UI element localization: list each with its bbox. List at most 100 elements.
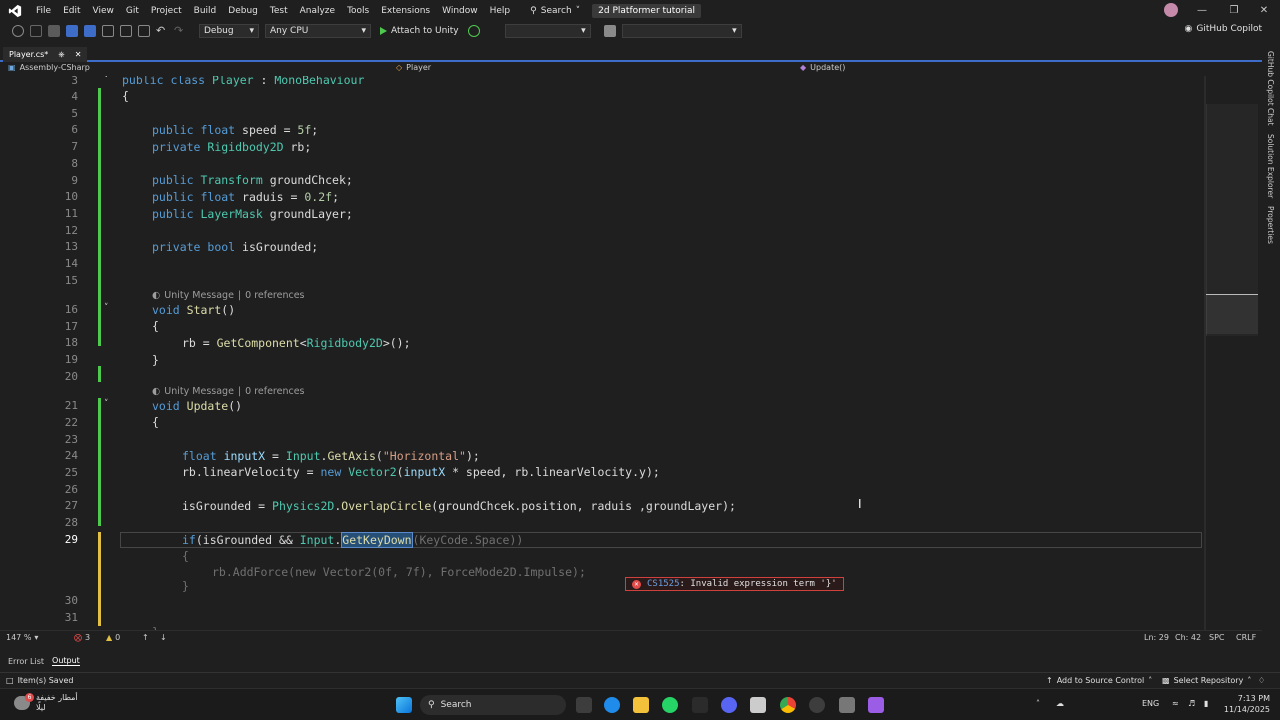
code-line-current[interactable]: if(isGrounded && Input.GetKeyDown(KeyCod… (182, 532, 523, 548)
new-project-icon[interactable] (30, 25, 42, 37)
chrome-icon[interactable] (780, 697, 796, 713)
wifi-icon[interactable]: ≈ (1172, 699, 1179, 708)
language-indicator[interactable]: ENG (1142, 699, 1159, 708)
back-icon[interactable] (12, 25, 24, 37)
member-dropdown[interactable]: ◆ Update() (800, 63, 845, 72)
column-indicator[interactable]: Ch: 42 (1175, 633, 1201, 642)
cut-icon[interactable] (102, 25, 114, 37)
menu-test[interactable]: Test (264, 6, 294, 16)
error-code[interactable]: CS1525 (647, 579, 680, 589)
save-all-icon[interactable] (84, 25, 96, 37)
codelens-unity-message[interactable]: Unity Message (164, 290, 234, 301)
code-line[interactable]: { (152, 318, 159, 334)
minimize-button[interactable]: — (1186, 0, 1218, 21)
codelens[interactable]: ◐ Unity Message | 0 references (152, 386, 305, 397)
add-to-source-control-button[interactable]: ↑ Add to Source Control ˄ (1046, 676, 1152, 685)
taskbar-search[interactable]: ⚲ Search (420, 695, 566, 715)
code-line[interactable]: float inputX = Input.GetAxis("Horizontal… (182, 448, 480, 464)
tab-solution-explorer[interactable]: Solution Explorer (1266, 134, 1275, 198)
redo-icon[interactable]: ↷ (174, 25, 186, 37)
codelens-references[interactable]: 0 references (245, 386, 304, 397)
code-line[interactable]: { (152, 414, 159, 430)
code-line[interactable]: private Rigidbody2D rb; (152, 139, 311, 155)
tab-github-copilot-chat[interactable]: GitHub Copilot Chat (1266, 51, 1275, 126)
target-select[interactable]: ▾ (621, 24, 742, 38)
code-line[interactable]: rb = GetComponent<Rigidbody2D>(); (182, 335, 411, 351)
tab-player-cs[interactable]: Player.cs* ⎈ ✕ (3, 47, 88, 62)
startup-item-select[interactable]: ▾ (504, 24, 591, 38)
unity-icon[interactable] (750, 697, 766, 713)
menu-help[interactable]: Help (484, 6, 517, 16)
collapse-icon[interactable]: ˅ (104, 303, 109, 313)
code-line[interactable]: { (122, 88, 129, 104)
code-line[interactable]: public float raduis = 0.2f; (152, 189, 339, 205)
menu-view[interactable]: View (87, 6, 120, 16)
code-line[interactable]: private bool isGrounded; (152, 239, 318, 255)
line-ending-indicator[interactable]: CRLF (1236, 633, 1256, 642)
zoom-select[interactable]: 147 % ▾ (6, 633, 38, 642)
maximize-button[interactable]: ❐ (1218, 0, 1250, 21)
attach-to-unity-button[interactable]: Attach to Unity (380, 26, 459, 36)
codelens-references[interactable]: 0 references (245, 290, 304, 301)
edge-icon[interactable] (604, 697, 620, 713)
start-icon[interactable] (396, 697, 412, 713)
code-line[interactable]: } (152, 352, 159, 368)
configuration-select[interactable]: Debug ▾ (199, 24, 259, 38)
avatar[interactable] (1164, 3, 1178, 17)
menu-analyze[interactable]: Analyze (294, 6, 341, 16)
onedrive-icon[interactable]: ☁ (1056, 699, 1064, 708)
clock[interactable]: 7:13 PM 11/14/2025 (1224, 693, 1270, 715)
menu-project[interactable]: Project (145, 6, 188, 16)
code-line[interactable]: public Transform groundChcek; (152, 172, 353, 188)
notifications-icon[interactable]: ♢ (1258, 676, 1265, 685)
visual-studio-taskbar-icon[interactable] (868, 697, 884, 713)
menu-git[interactable]: Git (120, 6, 145, 16)
select-repository-button[interactable]: ▩ Select Repository ˄ (1162, 676, 1251, 685)
code-line[interactable]: public class Player : MonoBehaviour (122, 76, 364, 88)
task-view-icon[interactable] (576, 697, 592, 713)
file-explorer-icon[interactable] (633, 697, 649, 713)
code-line[interactable]: public float speed = 5f; (152, 122, 318, 138)
code-line[interactable]: isGrounded = Physics2D.OverlapCircle(gro… (182, 498, 736, 514)
copy-icon[interactable] (120, 25, 132, 37)
menu-build[interactable]: Build (188, 6, 223, 16)
codelens[interactable]: ◐ Unity Message | 0 references (152, 290, 305, 301)
start-without-debugging-icon[interactable] (467, 25, 480, 37)
next-issue-button[interactable]: ↓ (160, 633, 167, 642)
paste-icon[interactable] (138, 25, 150, 37)
collapse-icon[interactable]: ˅ (104, 399, 109, 409)
discord-icon[interactable] (721, 697, 737, 713)
whitespace-indicator[interactable]: SPC (1209, 633, 1225, 642)
close-icon[interactable]: ✕ (75, 50, 82, 59)
tab-output[interactable]: Output (52, 656, 80, 666)
error-tooltip[interactable]: ✕ CS1525: Invalid expression term '}' (625, 577, 844, 591)
search-button[interactable]: ⚲ Search ˅ (524, 6, 586, 16)
undo-icon[interactable]: ↶ (156, 25, 168, 37)
close-button[interactable]: ✕ (1248, 0, 1280, 21)
line-indicator[interactable]: Ln: 29 (1144, 633, 1169, 642)
chevron-up-icon[interactable]: ˄ (1036, 699, 1040, 708)
battery-icon[interactable]: ▮ (1204, 699, 1208, 708)
collapse-icon[interactable]: ˅ (104, 76, 109, 85)
open-file-icon[interactable] (48, 25, 60, 37)
tab-properties[interactable]: Properties (1266, 206, 1275, 244)
app-icon[interactable] (839, 697, 855, 713)
tab-error-list[interactable]: Error List (8, 657, 44, 666)
save-icon[interactable] (66, 25, 78, 37)
weather-widget[interactable]: 6 أمطار خفيفة ليلًا (14, 693, 78, 713)
whatsapp-icon[interactable] (662, 697, 678, 713)
previous-issue-button[interactable]: ↑ (142, 633, 149, 642)
menu-edit[interactable]: Edit (57, 6, 86, 16)
menu-extensions[interactable]: Extensions (375, 6, 436, 16)
warning-count[interactable]: ▲ 0 (106, 633, 120, 642)
code-line[interactable]: void Start() (152, 302, 235, 318)
menu-tools[interactable]: Tools (341, 6, 375, 16)
codelens-unity-message[interactable]: Unity Message (164, 386, 234, 397)
menu-debug[interactable]: Debug (222, 6, 264, 16)
minimap-viewport[interactable] (1206, 294, 1258, 334)
code-line[interactable]: void Update() (152, 398, 242, 414)
volume-icon[interactable]: ♬ (1188, 699, 1195, 708)
settings-icon[interactable] (809, 697, 825, 713)
class-dropdown[interactable]: ◇ Player (396, 63, 431, 72)
menu-file[interactable]: File (30, 6, 57, 16)
